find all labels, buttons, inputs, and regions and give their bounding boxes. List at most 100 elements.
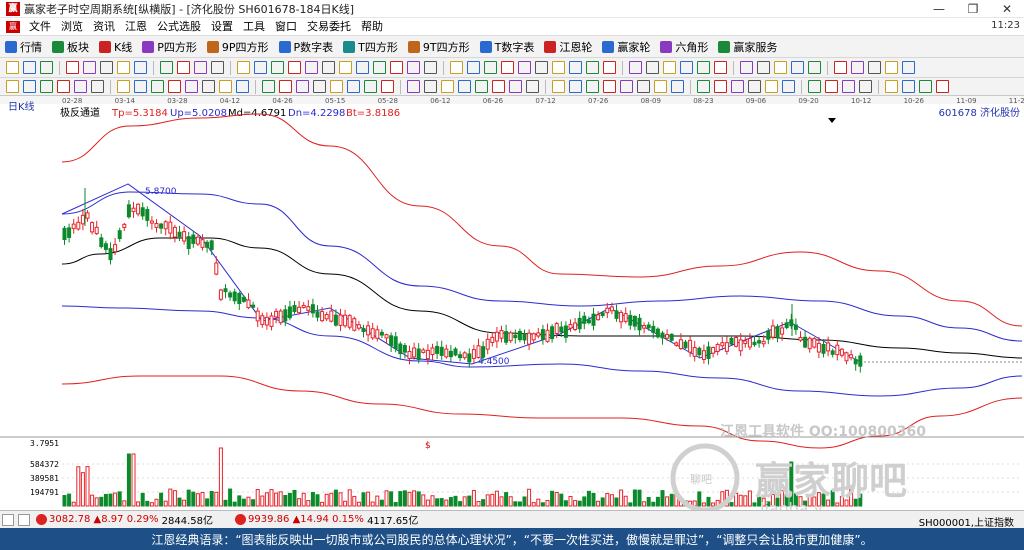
draw-tool-button-icon[interactable]: [603, 61, 616, 74]
tool-button-icon[interactable]: [202, 80, 215, 93]
draw-tool-button-icon[interactable]: [211, 61, 224, 74]
toolbar-item-11[interactable]: 六角形: [655, 36, 713, 58]
tool-button-icon[interactable]: [347, 80, 360, 93]
menu-formula[interactable]: 公式选股: [152, 18, 206, 36]
draw-tool-button-icon[interactable]: [100, 61, 113, 74]
draw-tool-button-icon[interactable]: [305, 61, 318, 74]
tool-button-icon[interactable]: [586, 80, 599, 93]
maximize-button[interactable]: ❐: [956, 0, 990, 18]
draw-tool-button-icon[interactable]: [237, 61, 250, 74]
tool-button-icon[interactable]: [219, 80, 232, 93]
menu-file[interactable]: 文件: [24, 18, 56, 36]
menu-tools[interactable]: 工具: [238, 18, 270, 36]
tool-button-icon[interactable]: [74, 80, 87, 93]
draw-tool-button-icon[interactable]: [339, 61, 352, 74]
toolbar-item-5[interactable]: P数字表: [274, 36, 339, 58]
draw-tool-button-icon[interactable]: [40, 61, 53, 74]
menu-help[interactable]: 帮助: [356, 18, 388, 36]
draw-tool-button-icon[interactable]: [680, 61, 693, 74]
kline-chart[interactable]: 02-28 03-14 03-28 04-12 04-26 05-15 05-28 06-12…: [0, 96, 1024, 510]
draw-tool-button-icon[interactable]: [868, 61, 881, 74]
draw-tool-button-icon[interactable]: [83, 61, 96, 74]
draw-tool-button-icon[interactable]: [569, 61, 582, 74]
draw-tool-button-icon[interactable]: [424, 61, 437, 74]
tool-button-icon[interactable]: [731, 80, 744, 93]
tool-button-icon[interactable]: [407, 80, 420, 93]
draw-tool-button-icon[interactable]: [450, 61, 463, 74]
toolbar-item-2[interactable]: K线: [94, 36, 137, 58]
toolbar-item-4[interactable]: 9P四方形: [202, 36, 274, 58]
tool-button-icon[interactable]: [885, 80, 898, 93]
tool-button-icon[interactable]: [381, 80, 394, 93]
tool-button-icon[interactable]: [262, 80, 275, 93]
toolbar-item-3[interactable]: P四方形: [137, 36, 202, 58]
draw-tool-button-icon[interactable]: [757, 61, 770, 74]
tool-button-icon[interactable]: [671, 80, 684, 93]
tool-button-icon[interactable]: [6, 80, 19, 93]
tool-button-icon[interactable]: [492, 80, 505, 93]
status-button-1[interactable]: [2, 513, 14, 526]
tool-button-icon[interactable]: [23, 80, 36, 93]
toolbar-item-10[interactable]: 赢家轮: [597, 36, 655, 58]
draw-tool-button-icon[interactable]: [407, 61, 420, 74]
tool-button-icon[interactable]: [637, 80, 650, 93]
toolbar-item-12[interactable]: 赢家服务: [713, 36, 782, 58]
draw-tool-button-icon[interactable]: [646, 61, 659, 74]
draw-tool-button-icon[interactable]: [552, 61, 565, 74]
toolbar-item-9[interactable]: 江恩轮: [539, 36, 597, 58]
tool-button-icon[interactable]: [697, 80, 710, 93]
tool-button-icon[interactable]: [569, 80, 582, 93]
tool-button-icon[interactable]: [714, 80, 727, 93]
tool-button-icon[interactable]: [279, 80, 292, 93]
draw-tool-button-icon[interactable]: [467, 61, 480, 74]
draw-tool-button-icon[interactable]: [629, 61, 642, 74]
tool-button-icon[interactable]: [936, 80, 949, 93]
draw-tool-button-icon[interactable]: [117, 61, 130, 74]
draw-tool-button-icon[interactable]: [714, 61, 727, 74]
menu-browse[interactable]: 浏览: [56, 18, 88, 36]
status-button-2[interactable]: [18, 513, 30, 526]
draw-tool-button-icon[interactable]: [834, 61, 847, 74]
menu-news[interactable]: 资讯: [88, 18, 120, 36]
tool-button-icon[interactable]: [825, 80, 838, 93]
tool-button-icon[interactable]: [330, 80, 343, 93]
tool-button-icon[interactable]: [748, 80, 761, 93]
tool-button-icon[interactable]: [526, 80, 539, 93]
toolbar-item-7[interactable]: 9T四方形: [403, 36, 475, 58]
draw-tool-button-icon[interactable]: [6, 61, 19, 74]
draw-tool-button-icon[interactable]: [902, 61, 915, 74]
tool-button-icon[interactable]: [458, 80, 471, 93]
tool-button-icon[interactable]: [782, 80, 795, 93]
draw-tool-button-icon[interactable]: [356, 61, 369, 74]
tool-button-icon[interactable]: [185, 80, 198, 93]
tool-button-icon[interactable]: [475, 80, 488, 93]
draw-tool-button-icon[interactable]: [484, 61, 497, 74]
draw-tool-button-icon[interactable]: [288, 61, 301, 74]
tool-button-icon[interactable]: [654, 80, 667, 93]
tool-button-icon[interactable]: [168, 80, 181, 93]
tool-button-icon[interactable]: [236, 80, 249, 93]
draw-tool-button-icon[interactable]: [740, 61, 753, 74]
draw-tool-button-icon[interactable]: [322, 61, 335, 74]
menu-trade[interactable]: 交易委托: [302, 18, 356, 36]
tool-button-icon[interactable]: [313, 80, 326, 93]
toolbar-item-0[interactable]: 行情: [0, 36, 47, 58]
tool-button-icon[interactable]: [296, 80, 309, 93]
minimize-button[interactable]: —: [922, 0, 956, 18]
draw-tool-button-icon[interactable]: [134, 61, 147, 74]
draw-tool-button-icon[interactable]: [586, 61, 599, 74]
draw-tool-button-icon[interactable]: [66, 61, 79, 74]
tool-button-icon[interactable]: [134, 80, 147, 93]
draw-tool-button-icon[interactable]: [518, 61, 531, 74]
draw-tool-button-icon[interactable]: [697, 61, 710, 74]
draw-tool-button-icon[interactable]: [194, 61, 207, 74]
tool-button-icon[interactable]: [620, 80, 633, 93]
tool-button-icon[interactable]: [151, 80, 164, 93]
menu-gann[interactable]: 江恩: [120, 18, 152, 36]
close-button[interactable]: ✕: [990, 0, 1024, 18]
toolbar-item-1[interactable]: 板块: [47, 36, 94, 58]
tool-button-icon[interactable]: [919, 80, 932, 93]
draw-tool-button-icon[interactable]: [501, 61, 514, 74]
menu-settings[interactable]: 设置: [206, 18, 238, 36]
tool-button-icon[interactable]: [509, 80, 522, 93]
